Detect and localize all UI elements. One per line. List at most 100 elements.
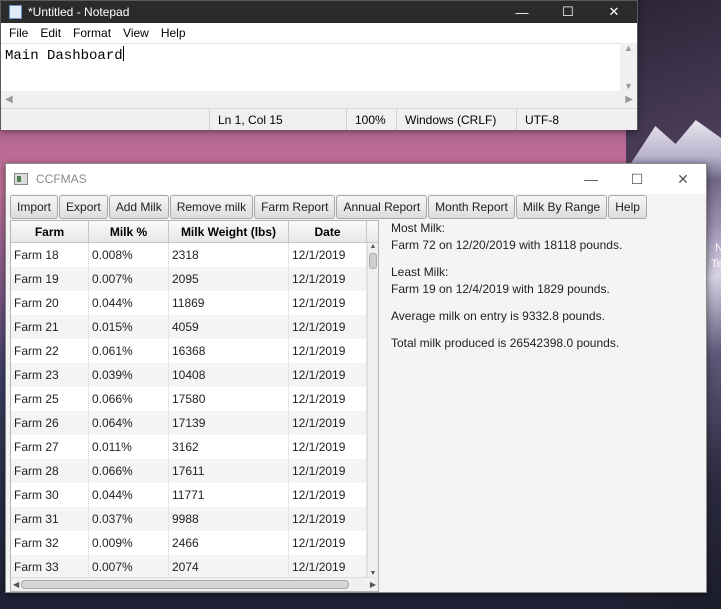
- table-row[interactable]: Farm 33 0.007% 2074 12/1/2019: [11, 555, 378, 577]
- table-vertical-scrollbar[interactable]: ▲ ▼: [367, 243, 378, 577]
- table-cell: 2074: [169, 555, 289, 577]
- notepad-vertical-scrollbar[interactable]: ▲ ▼: [620, 43, 637, 91]
- column-header-date[interactable]: Date: [289, 221, 367, 242]
- table-cell: Farm 23: [11, 363, 89, 387]
- table-cell: Farm 19: [11, 267, 89, 291]
- table-cell: 17611: [169, 459, 289, 483]
- minimize-icon[interactable]: —: [568, 164, 614, 194]
- notepad-titlebar[interactable]: *Untitled - Notepad — ☐ ✕: [1, 1, 637, 23]
- ccfmas-titlebar[interactable]: CCFMAS — ☐ ✕: [6, 164, 706, 194]
- scrollbar-thumb[interactable]: [21, 580, 349, 589]
- minimize-icon[interactable]: —: [499, 1, 545, 23]
- notepad-content: Main Dashboard: [5, 48, 123, 64]
- table-cell: 12/1/2019: [289, 363, 367, 387]
- status-encoding: UTF-8: [516, 109, 637, 130]
- scroll-right-icon[interactable]: ▶: [370, 580, 376, 589]
- month-report-button[interactable]: Month Report: [428, 195, 515, 219]
- ccfmas-app-icon: [14, 173, 28, 185]
- total-milk: Total milk produced is 26542398.0 pounds…: [391, 336, 620, 350]
- table-cell: Farm 21: [11, 315, 89, 339]
- table-cell: 12/1/2019: [289, 459, 367, 483]
- table-cell: 0.044%: [89, 291, 169, 315]
- annual-report-button[interactable]: Annual Report: [336, 195, 428, 219]
- table-cell: Farm 26: [11, 411, 89, 435]
- notepad-horizontal-scrollbar[interactable]: ◀ ▶: [1, 91, 637, 108]
- table-row[interactable]: Farm 31 0.037% 9988 12/1/2019: [11, 507, 378, 531]
- scroll-up-icon[interactable]: ▲: [370, 243, 377, 250]
- farm-report-button[interactable]: Farm Report: [254, 195, 336, 219]
- table-cell: 12/1/2019: [289, 555, 367, 577]
- scroll-down-icon[interactable]: ▼: [624, 81, 633, 91]
- table-row[interactable]: Farm 22 0.061% 16368 12/1/2019: [11, 339, 378, 363]
- close-icon[interactable]: ✕: [660, 164, 706, 194]
- column-header-milk-weight[interactable]: Milk Weight (lbs): [169, 221, 289, 242]
- ccfmas-window: CCFMAS — ☐ ✕ Import Export Add Milk Remo…: [5, 163, 707, 593]
- scroll-right-icon[interactable]: ▶: [625, 94, 633, 105]
- remove-milk-button[interactable]: Remove milk: [169, 195, 254, 219]
- table-horizontal-scrollbar[interactable]: ◀ ▶: [11, 577, 378, 591]
- menu-file[interactable]: File: [3, 26, 34, 40]
- table-row[interactable]: Farm 27 0.011% 3162 12/1/2019: [11, 435, 378, 459]
- help-button[interactable]: Help: [608, 195, 647, 219]
- table-cell: 4059: [169, 315, 289, 339]
- table-cell: 3162: [169, 435, 289, 459]
- ccfmas-toolbar: Import Export Add Milk Remove milk Farm …: [6, 194, 706, 220]
- close-icon[interactable]: ✕: [591, 1, 637, 23]
- table-cell: 12/1/2019: [289, 435, 367, 459]
- scrollbar-thumb[interactable]: [369, 253, 377, 269]
- least-milk-label: Least Milk:: [391, 265, 449, 279]
- table-cell: 12/1/2019: [289, 531, 367, 555]
- desktop-icon-label-1[interactable]: N: [715, 242, 721, 254]
- export-button[interactable]: Export: [59, 195, 108, 219]
- notepad-statusbar: Ln 1, Col 15 100% Windows (CRLF) UTF-8: [1, 108, 637, 130]
- table-row[interactable]: Farm 32 0.009% 2466 12/1/2019: [11, 531, 378, 555]
- table-cell: 12/1/2019: [289, 267, 367, 291]
- maximize-icon[interactable]: ☐: [545, 1, 591, 23]
- menu-edit[interactable]: Edit: [34, 26, 67, 40]
- notepad-text-area[interactable]: Main Dashboard: [1, 43, 637, 93]
- add-milk-button[interactable]: Add Milk: [108, 195, 169, 219]
- table-cell: 0.007%: [89, 555, 169, 577]
- table-cell: 2095: [169, 267, 289, 291]
- table-cell: Farm 32: [11, 531, 89, 555]
- table-cell: 12/1/2019: [289, 243, 367, 267]
- table-row[interactable]: Farm 26 0.064% 17139 12/1/2019: [11, 411, 378, 435]
- scroll-left-icon[interactable]: ◀: [13, 580, 19, 589]
- import-button[interactable]: Import: [10, 195, 59, 219]
- table-cell: 12/1/2019: [289, 387, 367, 411]
- table-row[interactable]: Farm 25 0.066% 17580 12/1/2019: [11, 387, 378, 411]
- table-cell: 0.066%: [89, 387, 169, 411]
- maximize-icon[interactable]: ☐: [614, 164, 660, 194]
- table-cell: 11869: [169, 291, 289, 315]
- table-cell: 0.061%: [89, 339, 169, 363]
- scroll-left-icon[interactable]: ◀: [5, 94, 13, 105]
- table-row[interactable]: Farm 21 0.015% 4059 12/1/2019: [11, 315, 378, 339]
- milk-table[interactable]: Farm Milk % Milk Weight (lbs) Date Farm …: [10, 220, 379, 592]
- scroll-down-icon[interactable]: ▼: [370, 570, 377, 577]
- table-cell: 16368: [169, 339, 289, 363]
- table-cell: 2318: [169, 243, 289, 267]
- table-cell: 10408: [169, 363, 289, 387]
- table-cell: Farm 30: [11, 483, 89, 507]
- table-row[interactable]: Farm 30 0.044% 11771 12/1/2019: [11, 483, 378, 507]
- table-cell: 9988: [169, 507, 289, 531]
- menu-view[interactable]: View: [117, 26, 155, 40]
- desktop-icon-label-2[interactable]: Te: [711, 258, 721, 270]
- table-row[interactable]: Farm 28 0.066% 17611 12/1/2019: [11, 459, 378, 483]
- menu-help[interactable]: Help: [155, 26, 192, 40]
- column-header-milk-percent[interactable]: Milk %: [89, 221, 169, 242]
- least-milk-value: Farm 19 on 12/4/2019 with 1829 pounds.: [391, 282, 610, 296]
- column-header-farm[interactable]: Farm: [11, 221, 89, 242]
- table-row[interactable]: Farm 19 0.007% 2095 12/1/2019: [11, 267, 378, 291]
- average-milk: Average milk on entry is 9332.8 pounds.: [391, 309, 605, 323]
- table-cell: 12/1/2019: [289, 507, 367, 531]
- milk-by-range-button[interactable]: Milk By Range: [515, 195, 608, 219]
- table-cell: 0.008%: [89, 243, 169, 267]
- table-row[interactable]: Farm 23 0.039% 10408 12/1/2019: [11, 363, 378, 387]
- menu-format[interactable]: Format: [67, 26, 117, 40]
- scroll-up-icon[interactable]: ▲: [624, 43, 633, 53]
- table-cell: 0.009%: [89, 531, 169, 555]
- table-row[interactable]: Farm 18 0.008% 2318 12/1/2019: [11, 243, 378, 267]
- table-cell: Farm 18: [11, 243, 89, 267]
- table-row[interactable]: Farm 20 0.044% 11869 12/1/2019: [11, 291, 378, 315]
